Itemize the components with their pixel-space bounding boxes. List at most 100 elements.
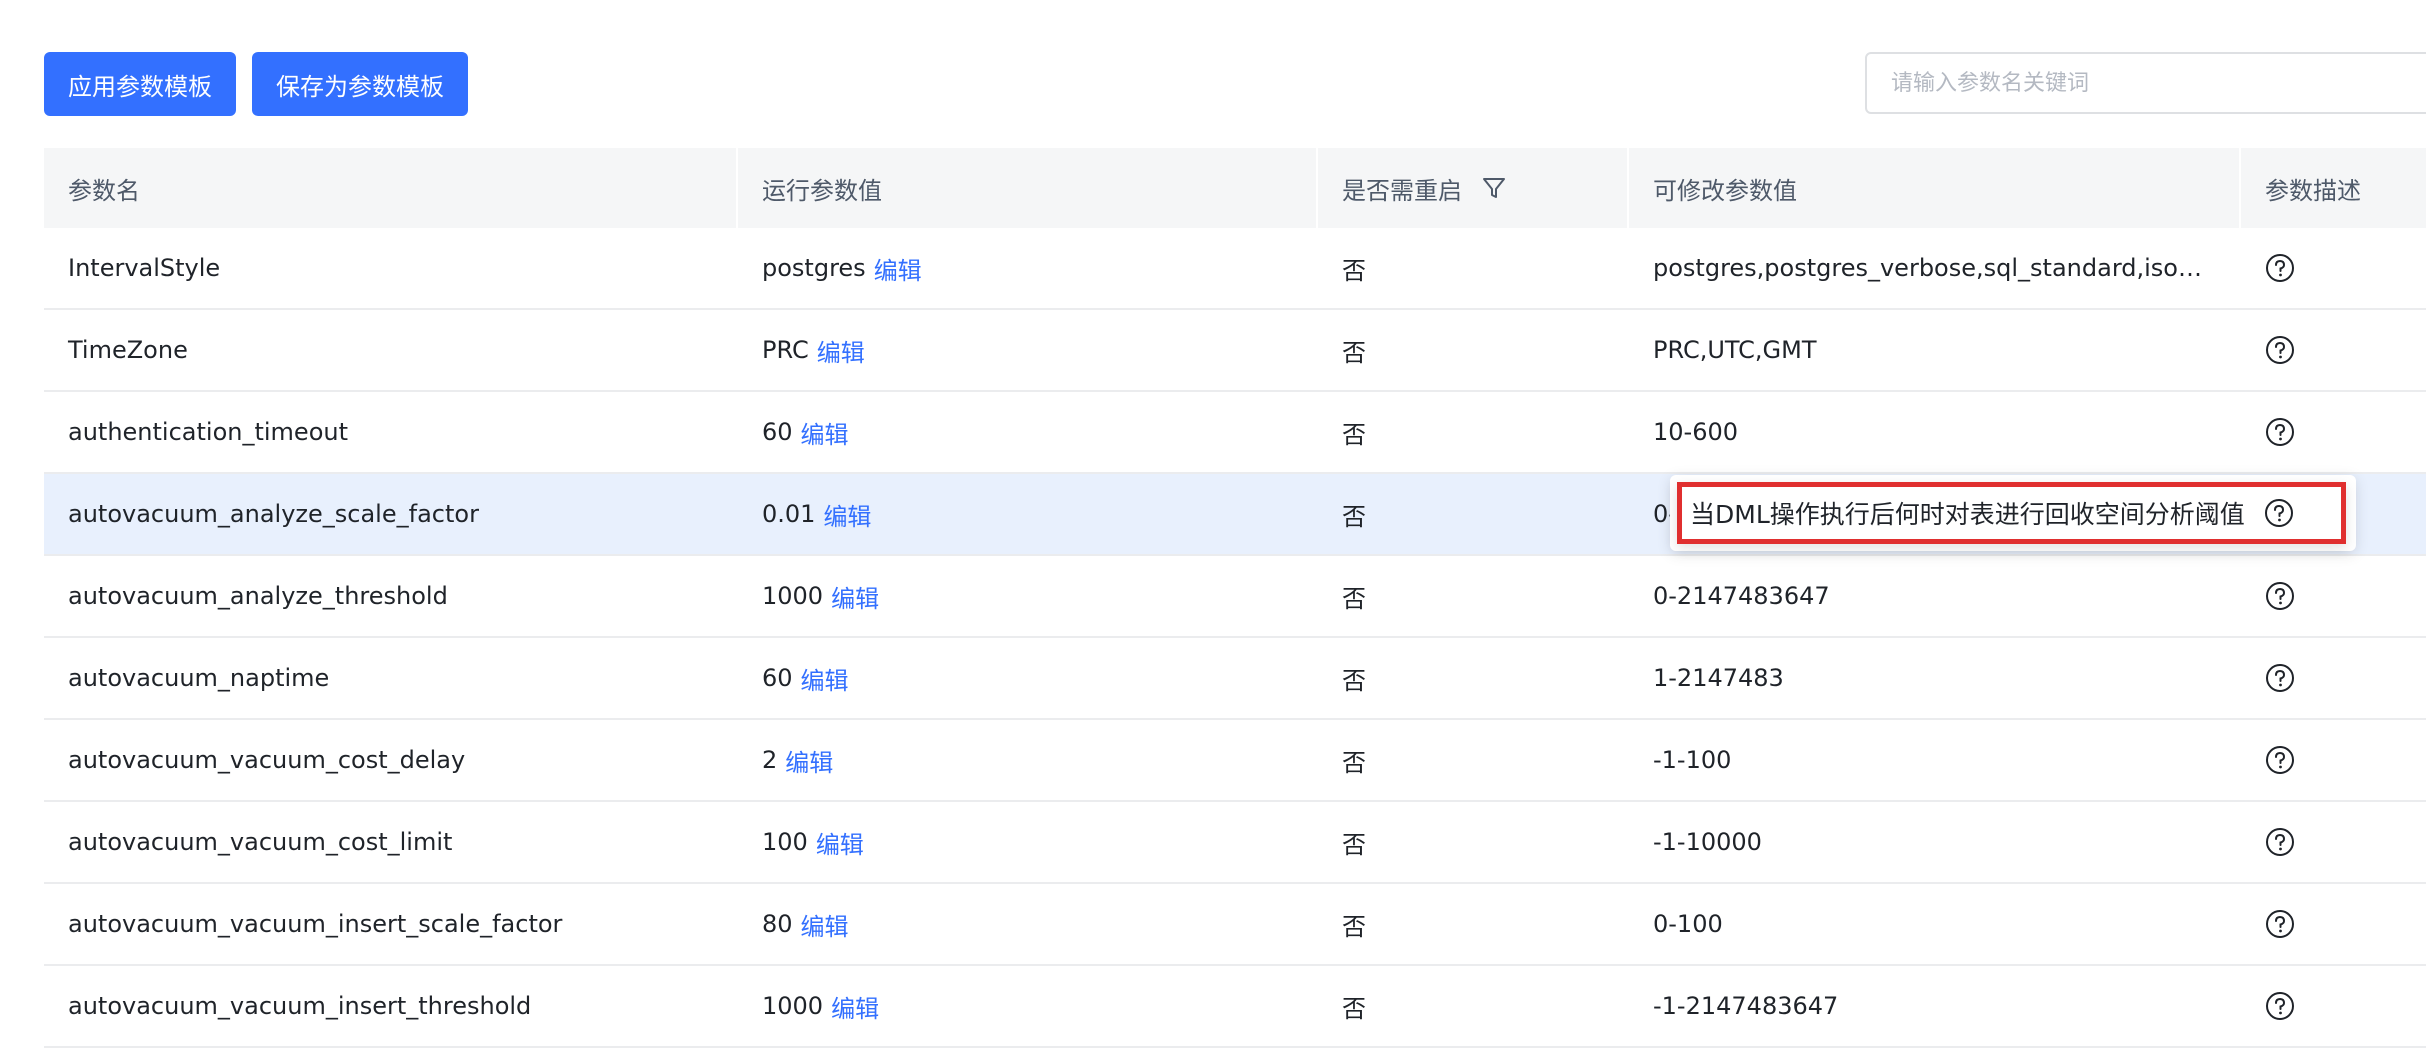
param-value: 60 (762, 418, 793, 446)
description-cell (2241, 884, 2426, 964)
edit-link[interactable]: 编辑 (831, 989, 879, 1024)
parameter-table: 参数名 运行参数值 是否需重启 可修改参数值 参数描述 IntervalStyl… (44, 148, 2426, 1048)
restart-required: 否 (1342, 994, 1366, 1023)
edit-link[interactable]: 编辑 (874, 251, 922, 286)
help-icon[interactable] (2265, 991, 2295, 1021)
param-name: autovacuum_vacuum_insert_threshold (68, 992, 532, 1020)
edit-link[interactable]: 编辑 (831, 579, 879, 614)
help-icon[interactable] (2264, 498, 2294, 528)
description-cell (2241, 556, 2426, 636)
column-header-restart: 是否需重启 (1318, 148, 1629, 228)
restart-required: 否 (1342, 502, 1366, 531)
restart-cell: 否 (1318, 228, 1629, 308)
param-name: IntervalStyle (68, 254, 221, 282)
allowed-values: postgres,postgres_verbose,sql_standard,i… (1653, 254, 2213, 282)
edit-link[interactable]: 编辑 (801, 661, 849, 696)
table-row: autovacuum_vacuum_insert_scale_factor 80… (44, 884, 2426, 966)
description-cell (2241, 228, 2426, 308)
param-value-cell: PRC 编辑 (738, 310, 1318, 390)
help-icon[interactable] (2265, 417, 2295, 447)
column-header-label: 参数名 (68, 176, 140, 205)
help-icon[interactable] (2265, 335, 2295, 365)
edit-link[interactable]: 编辑 (801, 415, 849, 450)
restart-cell: 否 (1318, 474, 1629, 554)
param-value: 1000 (762, 582, 824, 610)
help-icon[interactable] (2265, 253, 2295, 283)
help-icon[interactable] (2265, 581, 2295, 611)
allowed-values: 10-600 (1653, 418, 1739, 446)
param-value: 80 (762, 910, 793, 938)
restart-cell: 否 (1318, 556, 1629, 636)
restart-cell: 否 (1318, 966, 1629, 1046)
toolbar: 应用参数模板 保存为参数模板 (44, 52, 468, 116)
param-value: PRC (762, 336, 809, 364)
param-value: 60 (762, 664, 793, 692)
param-name: autovacuum_naptime (68, 664, 330, 692)
restart-required: 否 (1342, 338, 1366, 367)
param-value-cell: 80 编辑 (738, 884, 1318, 964)
restart-required: 否 (1342, 666, 1366, 695)
param-name-cell: authentication_timeout (44, 392, 738, 472)
column-header-allowed: 可修改参数值 (1629, 148, 2241, 228)
param-value-cell: postgres 编辑 (738, 228, 1318, 308)
tooltip-text: 当DML操作执行后何时对表进行回收空间分析阈值 (1690, 500, 2245, 529)
column-header-name: 参数名 (44, 148, 738, 228)
column-header-value: 运行参数值 (738, 148, 1318, 228)
param-name-cell: autovacuum_vacuum_insert_threshold (44, 966, 738, 1046)
edit-link[interactable]: 编辑 (816, 825, 864, 860)
save-as-template-button[interactable]: 保存为参数模板 (252, 52, 468, 116)
edit-link[interactable]: 编辑 (785, 743, 833, 778)
help-icon[interactable] (2265, 745, 2295, 775)
param-name-cell: autovacuum_vacuum_cost_limit (44, 802, 738, 882)
param-value: 2 (762, 746, 778, 774)
allowed-values: -1-100 (1653, 746, 1732, 774)
param-name-cell: TimeZone (44, 310, 738, 390)
column-header-label: 可修改参数值 (1653, 176, 1797, 205)
description-cell (2241, 720, 2426, 800)
param-value-cell: 0.01 编辑 (738, 474, 1318, 554)
allowed-values: -1-10000 (1653, 828, 1762, 856)
param-name: autovacuum_vacuum_cost_delay (68, 746, 466, 774)
restart-cell: 否 (1318, 310, 1629, 390)
apply-template-button[interactable]: 应用参数模板 (44, 52, 236, 116)
param-value: 0.01 (762, 500, 816, 528)
restart-cell: 否 (1318, 802, 1629, 882)
table-row: autovacuum_vacuum_cost_delay 2 编辑 否 -1-1… (44, 720, 2426, 802)
param-value-cell: 60 编辑 (738, 392, 1318, 472)
allowed-values: -1-2147483647 (1653, 992, 1839, 1020)
column-header-description: 参数描述 (2241, 148, 2426, 228)
edit-link[interactable]: 编辑 (801, 907, 849, 942)
help-icon[interactable] (2265, 909, 2295, 939)
restart-cell: 否 (1318, 884, 1629, 964)
edit-link[interactable]: 编辑 (817, 333, 865, 368)
allowed-values-cell: -1-100 (1629, 720, 2241, 800)
search-input[interactable] (1865, 52, 2426, 114)
param-value-cell: 1000 编辑 (738, 966, 1318, 1046)
help-icon[interactable] (2265, 663, 2295, 693)
restart-required: 否 (1342, 420, 1366, 449)
restart-cell: 否 (1318, 392, 1629, 472)
restart-required: 否 (1342, 748, 1366, 777)
description-cell (2241, 310, 2426, 390)
param-name-cell: autovacuum_vacuum_insert_scale_factor (44, 884, 738, 964)
table-header: 参数名 运行参数值 是否需重启 可修改参数值 参数描述 (44, 148, 2426, 228)
allowed-values-cell: postgres,postgres_verbose,sql_standard,i… (1629, 228, 2241, 308)
restart-required: 否 (1342, 830, 1366, 859)
param-value-cell: 60 编辑 (738, 638, 1318, 718)
table-body: IntervalStyle postgres 编辑 否 postgres,pos… (44, 228, 2426, 1048)
restart-required: 否 (1342, 584, 1366, 613)
param-name: autovacuum_analyze_threshold (68, 582, 448, 610)
allowed-values-cell: 10-600 (1629, 392, 2241, 472)
filter-icon[interactable] (1482, 176, 1506, 200)
param-name: autovacuum_vacuum_cost_limit (68, 828, 453, 856)
edit-link[interactable]: 编辑 (823, 497, 871, 532)
table-row: autovacuum_vacuum_cost_limit 100 编辑 否 -1… (44, 802, 2426, 884)
param-name-cell: autovacuum_vacuum_cost_delay (44, 720, 738, 800)
column-header-label: 是否需重启 (1342, 176, 1462, 205)
description-cell (2241, 802, 2426, 882)
allowed-values: PRC,UTC,GMT (1653, 336, 1817, 364)
allowed-values-cell: 0-100 (1629, 884, 2241, 964)
help-icon[interactable] (2265, 827, 2295, 857)
param-name-cell: IntervalStyle (44, 228, 738, 308)
param-name: autovacuum_vacuum_insert_scale_factor (68, 910, 563, 938)
